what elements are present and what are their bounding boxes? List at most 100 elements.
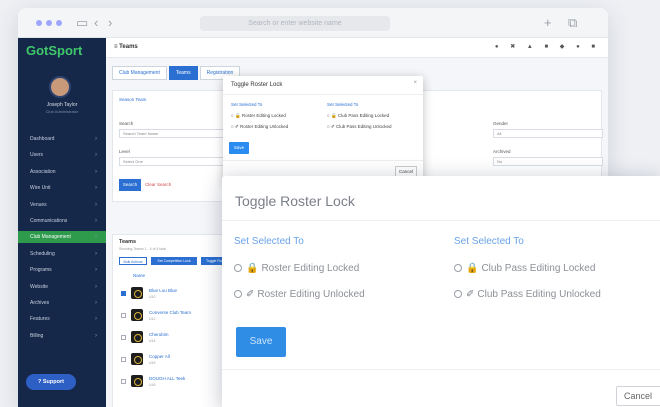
sidebar-item-label: Archives [30,300,50,306]
radio-roster-unlocked[interactable]: ○ ✐ Roster Editing Unlocked [231,124,288,130]
sidebar-toggle-icon[interactable]: ▭ [76,15,88,31]
page-title: ≡ Teams [114,44,138,50]
sidebar-item-billing[interactable]: Billing › [18,330,106,342]
divider [222,220,660,221]
radio-clubpass-unlocked[interactable]: ✐ Club Pass Editing Unlocked [454,289,601,300]
sidebar-item-communications[interactable]: Communications › [18,215,106,227]
pencil-icon: ✐ [466,289,475,300]
sidebar-item-label: Website [30,283,48,290]
tabs-overview-icon[interactable]: ⧉ [568,15,577,31]
row-checkbox[interactable] [121,379,126,384]
lock-icon: 🔒 [466,263,479,274]
team-logo-icon [131,287,143,299]
chevron-right-icon: › [95,201,97,208]
sidebar-item-association[interactable]: Association › [18,166,106,178]
team-age-group: U16 [149,383,156,387]
radio-roster-locked[interactable]: ○ 🔒 Roster Editing Locked [231,113,286,119]
clear-search-link[interactable]: Clear Search [145,182,171,187]
cancel-button[interactable]: Cancel [616,386,660,406]
gender-select[interactable]: All [493,129,603,138]
chevron-right-icon: › [95,316,97,323]
sidebar-item-label: Venues [30,201,47,208]
tab-teams[interactable]: Teams [168,66,198,80]
right-section-heading: Set Selected To [454,236,524,247]
row-checkbox[interactable] [121,291,126,296]
save-button[interactable]: Save [229,142,249,154]
sidebar-item-wire-unit[interactable]: Wire Unit › [18,182,106,194]
team-name-link[interactable]: Copper All [149,354,170,359]
set-competition-lock-button[interactable]: Set Competition Lock [151,257,197,265]
back-arrow-icon[interactable]: ‹ [94,15,98,30]
row-checkbox[interactable] [121,357,126,362]
avatar[interactable] [49,76,71,98]
tab-club-management[interactable]: Club Management [112,66,167,80]
team-name-link[interactable]: Converse Club Team [149,310,191,315]
toggle-roster-lock-modal-zoomed: Toggle Roster Lock Set Selected To Set S… [222,176,660,407]
radio-circle[interactable] [454,290,462,298]
chevron-right-icon: › [95,152,97,159]
radio-circle[interactable] [234,290,242,298]
support-button[interactable]: ? Support [26,374,76,390]
option-label: Roster Editing Locked [261,263,360,274]
right-section-heading: Set Selected To [327,102,359,107]
level-select[interactable]: Select One [119,157,239,166]
window-maximize-dot[interactable] [56,20,62,26]
sidebar-item-label: Programs [30,267,52,274]
save-button[interactable]: Save [236,327,286,357]
divider [222,369,660,370]
modal-title: Toggle Roster Lock [235,193,355,209]
sidebar-item-website[interactable]: Website › [18,281,106,293]
search-input[interactable]: Search Team Name [119,129,239,138]
option-label: Club Pass Editing Unlocked [477,289,601,300]
radio-roster-unlocked[interactable]: ✐ Roster Editing Unlocked [234,289,365,300]
archived-select[interactable]: No [493,157,603,166]
sidebar-item-dashboard[interactable]: Dashboard › [18,133,106,145]
row-checkbox[interactable] [121,335,126,340]
sidebar-item-scheduling[interactable]: Scheduling › [18,248,106,260]
chevron-right-icon: › [95,267,97,274]
sidebar-item-users[interactable]: Users › [18,149,106,161]
chevron-right-icon: › [95,300,97,306]
sidebar-item-archives[interactable]: Archives › [18,297,106,309]
sidebar-item-label: Association [30,168,56,175]
search-label: Search [119,121,134,126]
sidebar-item-label: Scheduling [30,250,55,257]
row-checkbox[interactable] [121,313,126,318]
sidebar-item-club-management[interactable]: Club Management › [18,231,106,244]
forward-arrow-icon[interactable]: › [108,15,112,30]
brand-logo[interactable]: GotSport [26,43,82,58]
radio-clubpass-unlocked[interactable]: ○ ✐ Club Pass Editing Unlocked [327,124,392,130]
sidebar-item-features[interactable]: Features › [18,313,106,325]
radio-roster-locked[interactable]: 🔒 Roster Editing Locked [234,263,359,274]
chevron-right-icon: › [95,136,97,142]
radio-clubpass-locked[interactable]: 🔒 Club Pass Editing Locked [454,263,595,274]
team-age-group: U12 [149,317,156,321]
radio-clubpass-locked[interactable]: ○ 🔒 Club Pass Editing Locked [327,113,389,119]
team-name-link[interactable]: Cherubim [149,332,169,337]
team-logo-icon [131,353,143,365]
team-name-link[interactable]: DOUGH ALL Teek [149,376,185,381]
browser-chrome: ▭ ‹ › Search or enter website name + ⧉ [18,8,608,38]
modal-title: Toggle Roster Lock [231,82,283,88]
left-section-heading: Set Selected To [234,236,304,247]
name-column-header[interactable]: Name [133,273,145,278]
radio-circle[interactable] [454,264,462,272]
radio-circle[interactable] [234,264,242,272]
new-tab-icon[interactable]: + [544,15,552,30]
top-bar: ≡ Teams ● ✖ ▲ ■ ◆ ● ■ [106,38,608,58]
window-close-dot[interactable] [36,20,42,26]
bulk-actions-button[interactable]: Bulk Actions [119,257,147,265]
chevron-right-icon: › [95,283,97,290]
team-logo-icon [131,331,143,343]
divider [223,94,423,95]
close-icon[interactable]: × [413,80,417,86]
topbar-icons[interactable]: ● ✖ ▲ ■ ◆ ● ■ [495,43,600,50]
window-minimize-dot[interactable] [46,20,52,26]
chevron-right-icon: › [95,168,97,175]
team-name-link[interactable]: Blue Lou Blue [149,288,177,293]
url-bar[interactable]: Search or enter website name [200,16,390,31]
sidebar-item-programs[interactable]: Programs › [18,264,106,276]
sidebar-item-venues[interactable]: Venues › [18,199,106,211]
search-button[interactable]: Search [119,179,141,191]
level-label: Level [119,149,130,154]
